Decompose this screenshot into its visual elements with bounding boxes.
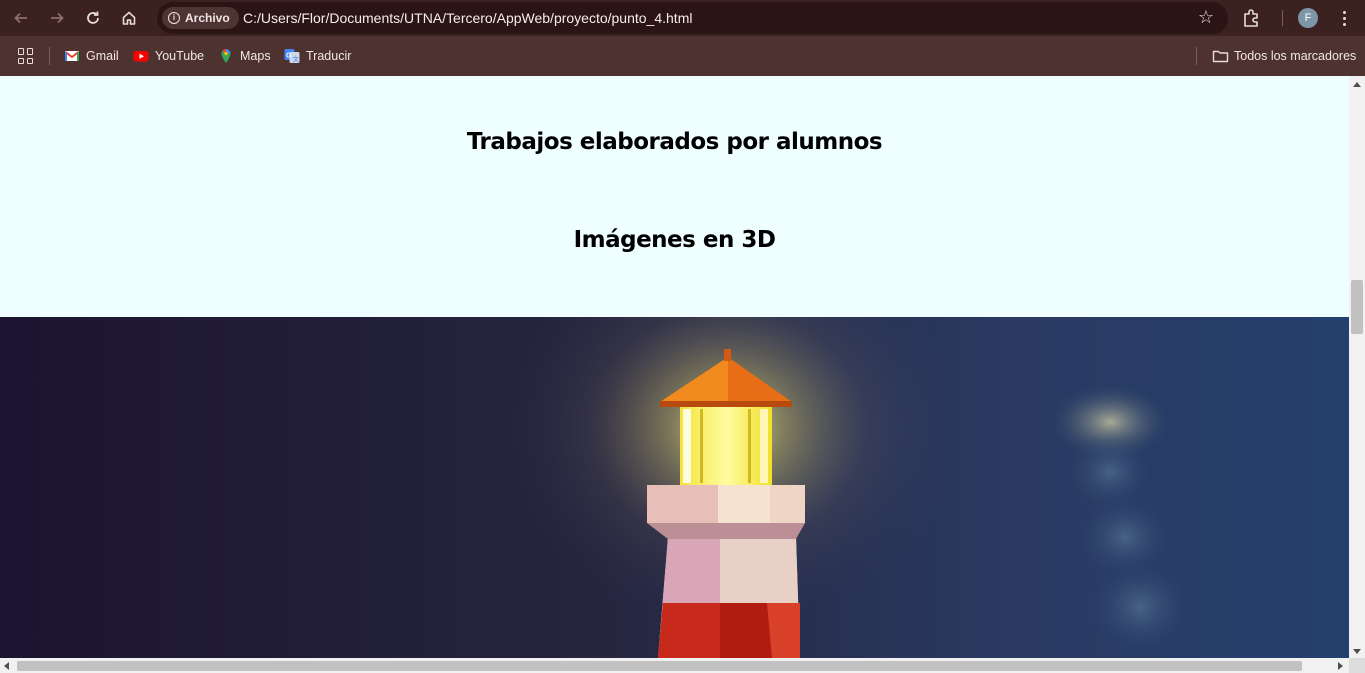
- bookmark-label: Gmail: [86, 49, 119, 63]
- site-info-label: Archivo: [185, 11, 230, 25]
- bookmark-gmail[interactable]: Gmail: [64, 46, 119, 66]
- toolbar-separator: [1282, 10, 1283, 26]
- bookmark-maps[interactable]: Maps: [218, 46, 271, 66]
- vertical-scrollbar[interactable]: [1349, 76, 1365, 658]
- horizontal-scroll-thumb[interactable]: [17, 661, 1302, 671]
- youtube-icon: [133, 48, 149, 64]
- bookmark-label: Maps: [240, 49, 271, 63]
- url-text[interactable]: C:/Users/Flor/Documents/UTNA/Tercero/App…: [243, 10, 692, 26]
- page-viewport: Trabajos elaborados por alumnos Imágenes…: [0, 76, 1349, 658]
- page-heading-3d-images: Imágenes en 3D: [573, 227, 776, 253]
- info-icon: i: [168, 12, 180, 24]
- home-icon[interactable]: [117, 6, 141, 30]
- scroll-left-arrow-icon[interactable]: [4, 662, 9, 670]
- translate-icon: G文: [284, 48, 300, 64]
- bookmark-label: YouTube: [155, 49, 205, 63]
- gmail-icon: [64, 48, 80, 64]
- more-menu-icon[interactable]: [1332, 6, 1356, 30]
- svg-text:G: G: [286, 53, 292, 60]
- bookmarks-bar: Gmail YouTube Maps G文 Traducir Todos los…: [0, 36, 1365, 76]
- bookmark-star-icon[interactable]: ☆: [1198, 7, 1214, 28]
- forward-arrow-icon[interactable]: [45, 6, 69, 30]
- folder-icon: [1212, 48, 1229, 64]
- scroll-down-arrow-icon[interactable]: [1353, 649, 1361, 654]
- site-info-chip[interactable]: i Archivo: [162, 7, 239, 29]
- extensions-puzzle-icon[interactable]: [1241, 7, 1265, 29]
- scrollbar-corner: [1349, 658, 1365, 673]
- apps-grid-icon[interactable]: [18, 48, 34, 64]
- lighthouse-3d-image: [0, 317, 1349, 658]
- maps-icon: [218, 48, 234, 64]
- horizontal-scrollbar[interactable]: [0, 658, 1349, 673]
- bookmark-label: Traducir: [306, 49, 352, 63]
- back-arrow-icon[interactable]: [9, 6, 33, 30]
- bookmark-traducir[interactable]: G文 Traducir: [284, 46, 351, 66]
- scroll-right-arrow-icon[interactable]: [1338, 662, 1343, 670]
- all-bookmarks-label: Todos los marcadores: [1234, 49, 1357, 63]
- bookmark-youtube[interactable]: YouTube: [133, 46, 204, 66]
- browser-toolbar: i Archivo C:/Users/Flor/Documents/UTNA/T…: [0, 0, 1365, 36]
- vertical-scroll-thumb[interactable]: [1351, 280, 1363, 334]
- bookmarks-separator: [49, 47, 50, 65]
- page-heading-students-work: Trabajos elaborados por alumnos: [466, 129, 883, 155]
- all-bookmarks-folder[interactable]: Todos los marcadores: [1212, 46, 1356, 66]
- svg-text:文: 文: [293, 54, 300, 63]
- address-bar[interactable]: i Archivo C:/Users/Flor/Documents/UTNA/T…: [157, 2, 1228, 34]
- profile-avatar[interactable]: F: [1298, 8, 1318, 28]
- reload-icon[interactable]: [81, 6, 105, 30]
- scroll-up-arrow-icon[interactable]: [1353, 82, 1361, 87]
- bookmarks-separator: [1196, 47, 1197, 65]
